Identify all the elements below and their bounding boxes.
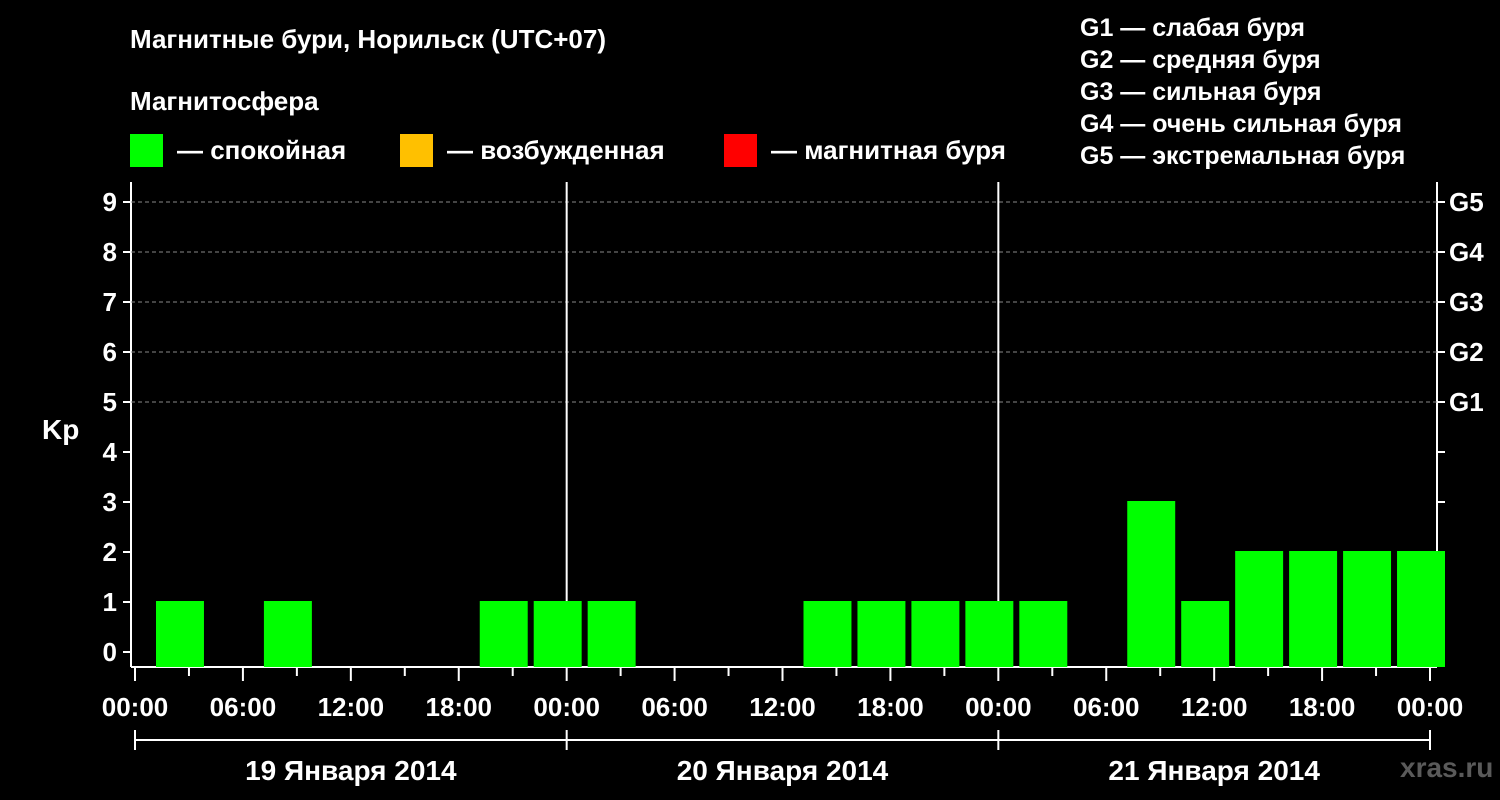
x-tick-label: 18:00: [1289, 692, 1356, 722]
x-tick-label: 00:00: [533, 692, 600, 722]
y-tick-label: 3: [103, 487, 117, 517]
y-tick-label: 0: [103, 637, 117, 667]
kp-bar: [911, 601, 960, 667]
kp-bar: [1235, 551, 1284, 667]
kp-bar: [1019, 601, 1068, 667]
x-tick-label: 06:00: [1073, 692, 1140, 722]
x-tick-label: 18:00: [857, 692, 924, 722]
kp-bar: [479, 601, 528, 667]
kp-bar: [1343, 551, 1392, 667]
y-tick-label: 1: [103, 587, 117, 617]
x-tick-label: 12:00: [318, 692, 385, 722]
kp-bar: [803, 601, 852, 667]
kp-bar: [587, 601, 636, 667]
kp-chart: 0 1 2 3 4 5 6 7 8 9 G1 G2 G3 G4 G5 Kp 00:00 06:00 12:00 18:…: [42, 182, 1484, 786]
y-tick-label: 9: [103, 187, 117, 217]
g-level-label: G5: [1449, 187, 1484, 217]
kp-bar: [533, 601, 582, 667]
x-tick-label: 00:00: [965, 692, 1032, 722]
y-tick-label: 6: [103, 337, 117, 367]
y-axis-label: Kp: [42, 414, 79, 445]
day-label: 20 Января 2014: [677, 755, 889, 786]
g-level-label: G1: [1449, 387, 1484, 417]
x-tick-label: 00:00: [102, 692, 169, 722]
g-level-label: G3: [1449, 287, 1484, 317]
kp-bar: [1127, 501, 1176, 667]
g-level-label: G4: [1449, 237, 1484, 267]
y-tick-label: 8: [103, 237, 117, 267]
kp-bar: [857, 601, 906, 667]
y-tick-label: 4: [103, 437, 118, 467]
kp-bar: [1397, 551, 1445, 667]
y-tick-label: 2: [103, 537, 117, 567]
kp-bar: [156, 601, 204, 667]
kp-bar: [965, 601, 1014, 667]
x-tick-label: 18:00: [426, 692, 493, 722]
y-tick-label: 7: [103, 287, 117, 317]
day-label: 21 Января 2014: [1108, 755, 1320, 786]
kp-bar: [263, 601, 312, 667]
y-tick-label: 5: [103, 387, 117, 417]
x-tick-label: 12:00: [1181, 692, 1248, 722]
g-level-label: G2: [1449, 337, 1484, 367]
watermark: xras.ru: [1400, 752, 1494, 783]
x-tick-label: 06:00: [210, 692, 277, 722]
kp-bar: [1181, 601, 1230, 667]
x-tick-label: 06:00: [641, 692, 708, 722]
day-label: 19 Января 2014: [245, 755, 457, 786]
x-tick-label: 00:00: [1397, 692, 1464, 722]
kp-bar: [1289, 551, 1338, 667]
x-tick-label: 12:00: [749, 692, 816, 722]
